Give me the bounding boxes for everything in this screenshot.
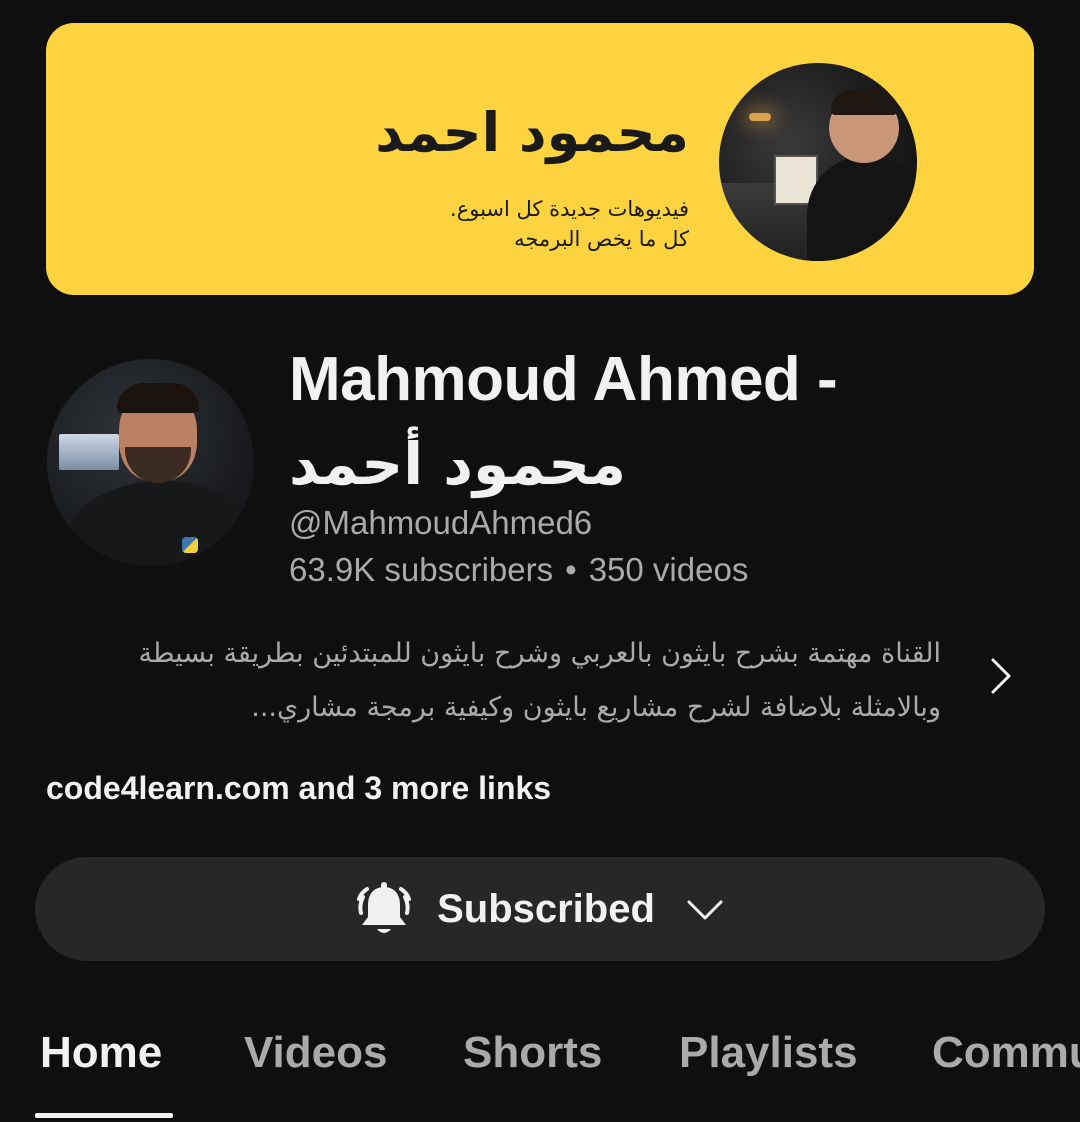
- banner-subtitle: كل ما يخص البرمجه: [514, 227, 689, 251]
- tab-community[interactable]: Community: [932, 1028, 1080, 1078]
- channel-name-ar: محمود أحمد: [289, 430, 626, 498]
- channel-name-en: Mahmoud Ahmed -: [289, 345, 838, 414]
- chevron-right-icon[interactable]: [983, 656, 1017, 696]
- subscribed-label: Subscribed: [437, 886, 655, 931]
- channel-avatar[interactable]: [47, 359, 254, 566]
- tab-shorts[interactable]: Shorts: [463, 1028, 602, 1078]
- banner-photo: [719, 63, 917, 261]
- channel-banner: محمود احمد فيديوهات جديدة كل اسبوع. كل م…: [46, 23, 1034, 295]
- channel-description[interactable]: القناة مهتمة بشرح بايثون بالعربي وشرح با…: [46, 627, 941, 735]
- channel-name: Mahmoud Ahmed - محمود أحمد: [289, 338, 1049, 506]
- banner-tagline: فيديوهات جديدة كل اسبوع.: [450, 197, 689, 221]
- channel-links[interactable]: code4learn.com and 3 more links: [46, 770, 551, 807]
- chevron-down-icon: [687, 900, 723, 920]
- tab-playlists[interactable]: Playlists: [679, 1028, 858, 1078]
- bell-ringing-icon: [357, 882, 412, 933]
- banner-title: محمود احمد: [375, 101, 689, 164]
- python-logo-icon: [182, 537, 198, 553]
- stats-separator: •: [565, 551, 577, 588]
- subscriber-count: 63.9K subscribers: [289, 551, 554, 588]
- channel-tabs: Home Videos Shorts Playlists Community: [0, 1000, 1080, 1122]
- channel-handle: @MahmoudAhmed6: [289, 504, 593, 541]
- video-count: 350 videos: [588, 551, 749, 588]
- tab-videos[interactable]: Videos: [244, 1028, 387, 1078]
- tab-home[interactable]: Home: [40, 1028, 162, 1078]
- active-tab-indicator: [35, 1113, 173, 1118]
- subscribed-button[interactable]: Subscribed: [35, 857, 1045, 961]
- channel-stats: 63.9K subscribers • 350 videos: [289, 551, 748, 589]
